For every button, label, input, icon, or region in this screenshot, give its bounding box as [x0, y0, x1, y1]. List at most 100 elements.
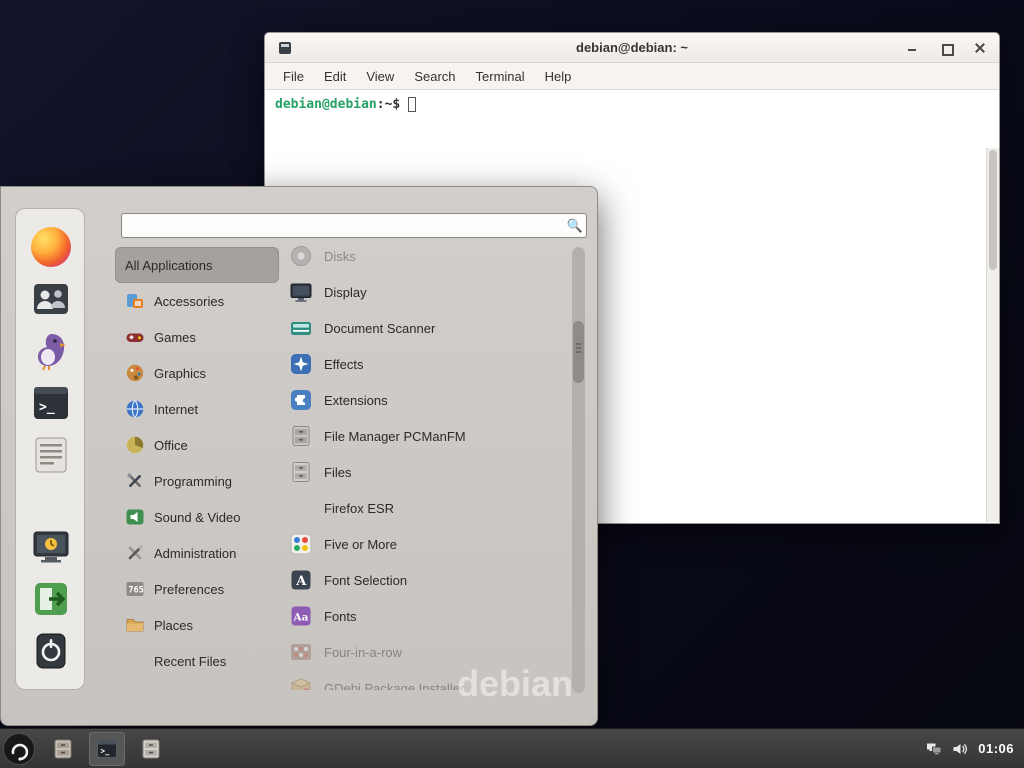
- display-icon: [289, 280, 313, 304]
- category-internet[interactable]: Internet: [115, 391, 279, 427]
- app-label: Firefox ESR: [324, 501, 394, 516]
- category-accessories[interactable]: Accessories: [115, 283, 279, 319]
- prompt-path: :~$: [377, 97, 400, 112]
- favorite-text-editor[interactable]: [31, 435, 71, 475]
- terminal-titlebar[interactable]: debian@debian: ~: [265, 33, 999, 63]
- app-five-or-more[interactable]: Five or More: [283, 526, 567, 562]
- category-preferences[interactable]: 765 Preferences: [115, 571, 279, 607]
- app-label: Four-in-a-row: [324, 645, 402, 660]
- app-label: Display: [324, 285, 367, 300]
- office-icon: [125, 435, 145, 455]
- app-label: Fonts: [324, 609, 357, 624]
- category-list: All Applications Accessories Games Graph…: [115, 247, 279, 679]
- menu-file[interactable]: File: [273, 65, 314, 88]
- files-icon: [139, 737, 163, 761]
- debian-watermark: debian: [457, 663, 573, 705]
- category-label: Accessories: [154, 294, 224, 309]
- category-label: Administration: [154, 546, 236, 561]
- app-display[interactable]: Display: [283, 274, 567, 310]
- terminal-scrollbar-handle[interactable]: [989, 150, 997, 270]
- search-box[interactable]: 🔍: [121, 213, 587, 238]
- file-cabinet-icon: [289, 460, 313, 484]
- app-files[interactable]: Files: [283, 454, 567, 490]
- terminal-menubar: File Edit View Search Terminal Help: [265, 63, 999, 90]
- extensions-icon: [289, 388, 313, 412]
- category-games[interactable]: Games: [115, 319, 279, 355]
- category-label: Office: [154, 438, 188, 453]
- category-administration[interactable]: Administration: [115, 535, 279, 571]
- favorite-terminal[interactable]: >_: [31, 383, 71, 423]
- administration-icon: [125, 543, 145, 563]
- category-programming[interactable]: Programming: [115, 463, 279, 499]
- taskbar: >_ 01:06: [0, 728, 1024, 768]
- search-icon: 🔍: [564, 218, 586, 234]
- launcher-files[interactable]: [133, 732, 169, 766]
- minimize-button[interactable]: [905, 41, 919, 55]
- favorites-sidebar: >_: [15, 208, 85, 690]
- menu-terminal[interactable]: Terminal: [466, 65, 535, 88]
- category-label: Recent Files: [154, 654, 226, 669]
- session-logout[interactable]: [31, 579, 71, 619]
- app-disks[interactable]: Disks: [283, 238, 567, 274]
- app-file-manager-pcmanfm[interactable]: File Manager PCManFM: [283, 418, 567, 454]
- prompt-user-host: debian@debian: [275, 97, 377, 112]
- firefox-icon: [31, 227, 71, 267]
- launcher-terminal[interactable]: >_: [89, 732, 125, 766]
- menu-button[interactable]: [3, 733, 35, 765]
- file-cabinet-icon: [289, 424, 313, 448]
- app-document-scanner[interactable]: Document Scanner: [283, 310, 567, 346]
- app-extensions[interactable]: Extensions: [283, 382, 567, 418]
- contacts-icon: [31, 279, 71, 319]
- favorite-contacts[interactable]: [31, 279, 71, 319]
- category-sound-video[interactable]: Sound & Video: [115, 499, 279, 535]
- category-label: Sound & Video: [154, 510, 241, 525]
- games-icon: [125, 327, 145, 347]
- lock-screen-icon: [31, 527, 71, 567]
- app-list-scrollbar[interactable]: [572, 247, 585, 693]
- search-input[interactable]: [122, 214, 564, 237]
- scanner-icon: [289, 316, 313, 340]
- app-label: Effects: [324, 357, 364, 372]
- category-recent-files[interactable]: Recent Files: [115, 643, 279, 679]
- app-label: Disks: [324, 249, 356, 264]
- category-graphics[interactable]: Graphics: [115, 355, 279, 391]
- maximize-button[interactable]: [939, 41, 953, 55]
- effects-icon: [289, 352, 313, 376]
- app-effects[interactable]: Effects: [283, 346, 567, 382]
- app-firefox-esr[interactable]: Firefox ESR: [283, 490, 567, 526]
- app-font-selection[interactable]: A Font Selection: [283, 562, 567, 598]
- network-icon[interactable]: [926, 741, 942, 757]
- logout-icon: [31, 579, 71, 619]
- volume-icon[interactable]: [952, 741, 968, 757]
- session-lock-screen[interactable]: [31, 527, 71, 567]
- category-label: Places: [154, 618, 193, 633]
- category-label: All Applications: [125, 258, 212, 273]
- launcher-file-manager[interactable]: [45, 732, 81, 766]
- menu-view[interactable]: View: [356, 65, 404, 88]
- app-list-scrollbar-handle[interactable]: [573, 321, 584, 383]
- app-fonts[interactable]: Aa Fonts: [283, 598, 567, 634]
- menu-search[interactable]: Search: [404, 65, 465, 88]
- gdebi-icon: [289, 676, 313, 690]
- app-label: GDebi Package Installer: [324, 681, 464, 691]
- file-manager-icon: [51, 737, 75, 761]
- close-button[interactable]: [973, 41, 987, 55]
- app-label: Files: [324, 465, 351, 480]
- system-tray: 01:06: [926, 741, 1014, 757]
- category-all-applications[interactable]: All Applications: [115, 247, 279, 283]
- menu-help[interactable]: Help: [535, 65, 582, 88]
- category-places[interactable]: Places: [115, 607, 279, 643]
- graphics-icon: [125, 363, 145, 383]
- terminal-scrollbar[interactable]: [986, 148, 999, 522]
- clock[interactable]: 01:06: [978, 741, 1014, 756]
- session-shutdown[interactable]: [31, 631, 71, 671]
- svg-text:A: A: [295, 574, 307, 589]
- fonts-icon: Aa: [289, 604, 313, 628]
- menu-edit[interactable]: Edit: [314, 65, 356, 88]
- five-or-more-icon: [289, 532, 313, 556]
- favorite-firefox[interactable]: [31, 227, 71, 267]
- favorite-pidgin[interactable]: [31, 331, 71, 371]
- text-editor-icon: [31, 435, 71, 475]
- app-label: Extensions: [324, 393, 388, 408]
- category-office[interactable]: Office: [115, 427, 279, 463]
